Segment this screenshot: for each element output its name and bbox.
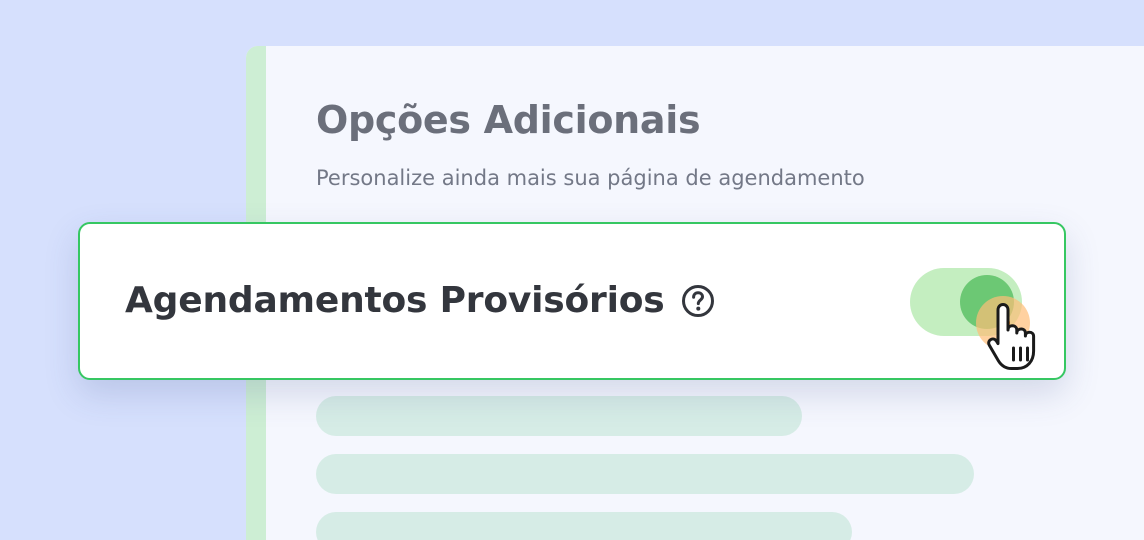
- placeholder-bar: [316, 396, 802, 436]
- panel-title: Opções Adicionais: [316, 98, 701, 142]
- provisional-bookings-card: Agendamentos Provisórios: [78, 222, 1066, 380]
- help-circle-icon[interactable]: [681, 284, 715, 318]
- placeholder-bar: [316, 454, 974, 494]
- setting-label-row: Agendamentos Provisórios: [125, 280, 715, 321]
- placeholder-bar: [316, 512, 852, 540]
- setting-title: Agendamentos Provisórios: [125, 280, 665, 321]
- hand-pointer-icon: [987, 303, 1036, 370]
- panel-subtitle: Personalize ainda mais sua página de age…: [316, 166, 865, 190]
